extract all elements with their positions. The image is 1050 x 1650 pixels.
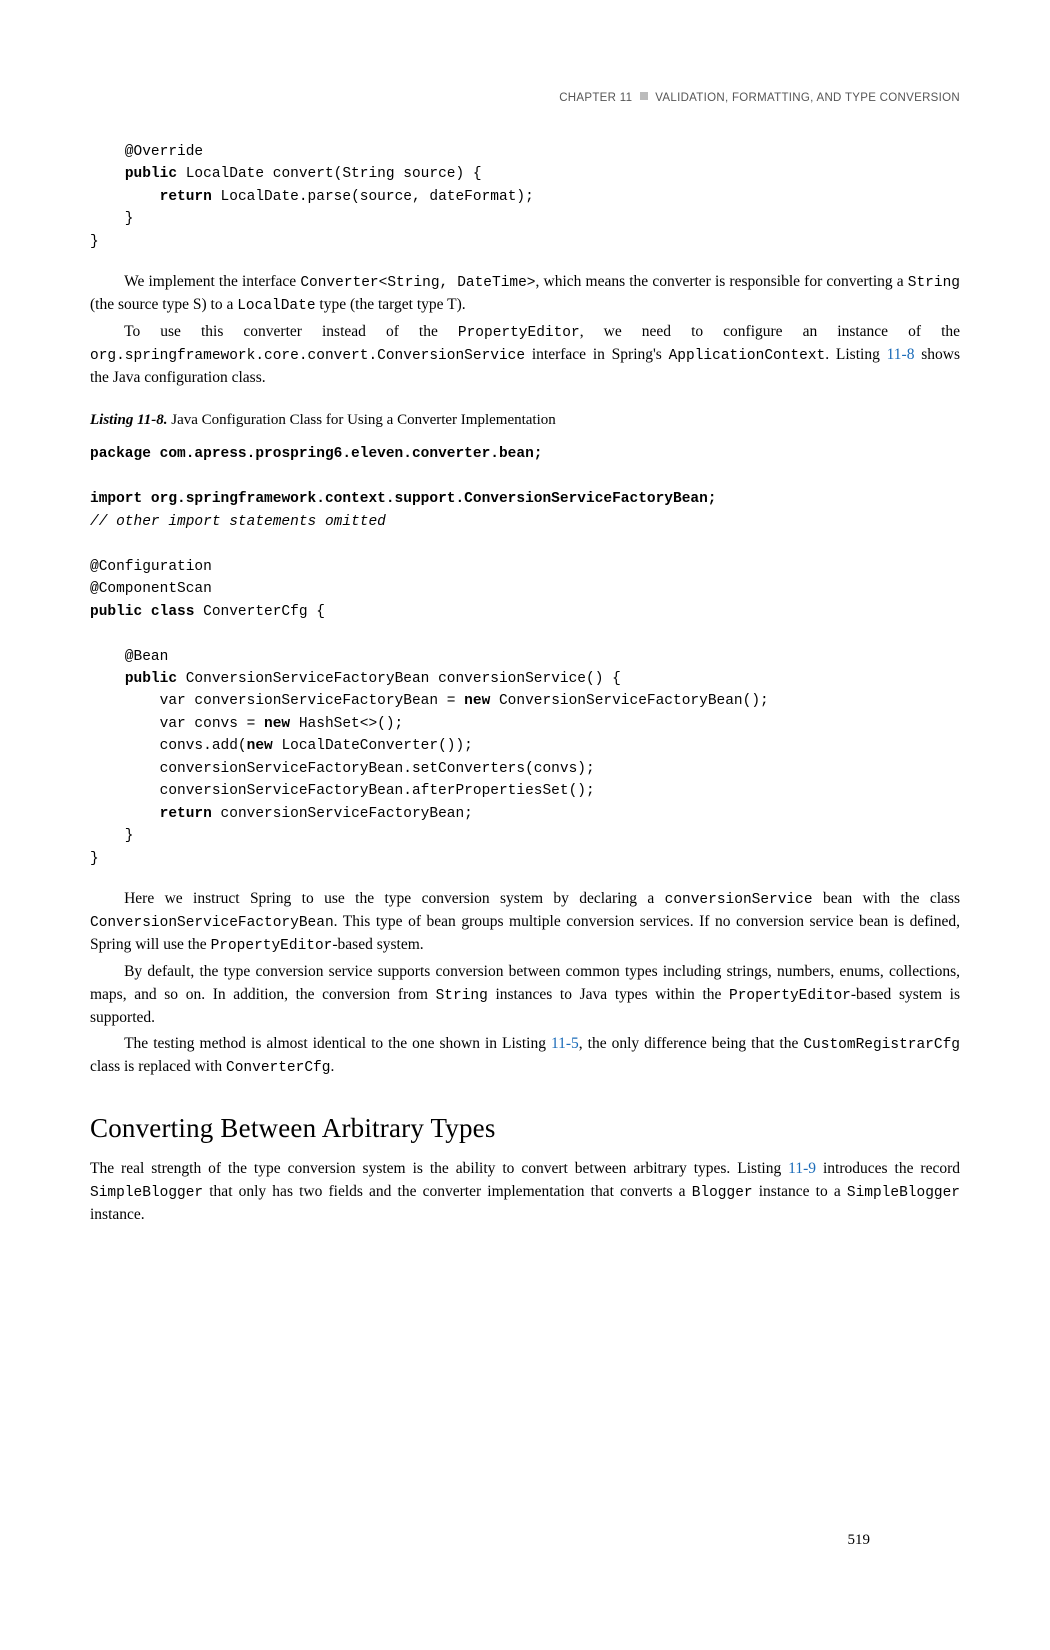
- paragraph: By default, the type conversion service …: [90, 961, 960, 1029]
- paragraph: The testing method is almost identical t…: [90, 1033, 960, 1079]
- listing-caption: Listing 11-8. Java Configuration Class f…: [90, 410, 960, 432]
- code-block-1: @Override public LocalDate convert(Strin…: [90, 141, 960, 253]
- paragraph: We implement the interface Converter<Str…: [90, 271, 960, 317]
- section-heading: Converting Between Arbitrary Types: [90, 1109, 960, 1148]
- header-separator-icon: [640, 92, 648, 100]
- code-block-2: package com.apress.prospring6.eleven.con…: [90, 443, 960, 870]
- paragraph: The real strength of the type conversion…: [90, 1158, 960, 1226]
- chapter-label: CHAPTER 11: [559, 92, 632, 104]
- page-number: 519: [848, 1530, 871, 1552]
- listing-xref[interactable]: 11-8: [887, 346, 915, 363]
- listing-xref[interactable]: 11-5: [551, 1035, 579, 1052]
- chapter-title: VALIDATION, FORMATTING, AND TYPE CONVERS…: [655, 92, 960, 104]
- paragraph: To use this converter instead of the Pro…: [90, 321, 960, 390]
- chapter-header: CHAPTER 11 VALIDATION, FORMATTING, AND T…: [90, 90, 960, 107]
- listing-xref[interactable]: 11-9: [788, 1160, 816, 1177]
- paragraph: Here we instruct Spring to use the type …: [90, 888, 960, 957]
